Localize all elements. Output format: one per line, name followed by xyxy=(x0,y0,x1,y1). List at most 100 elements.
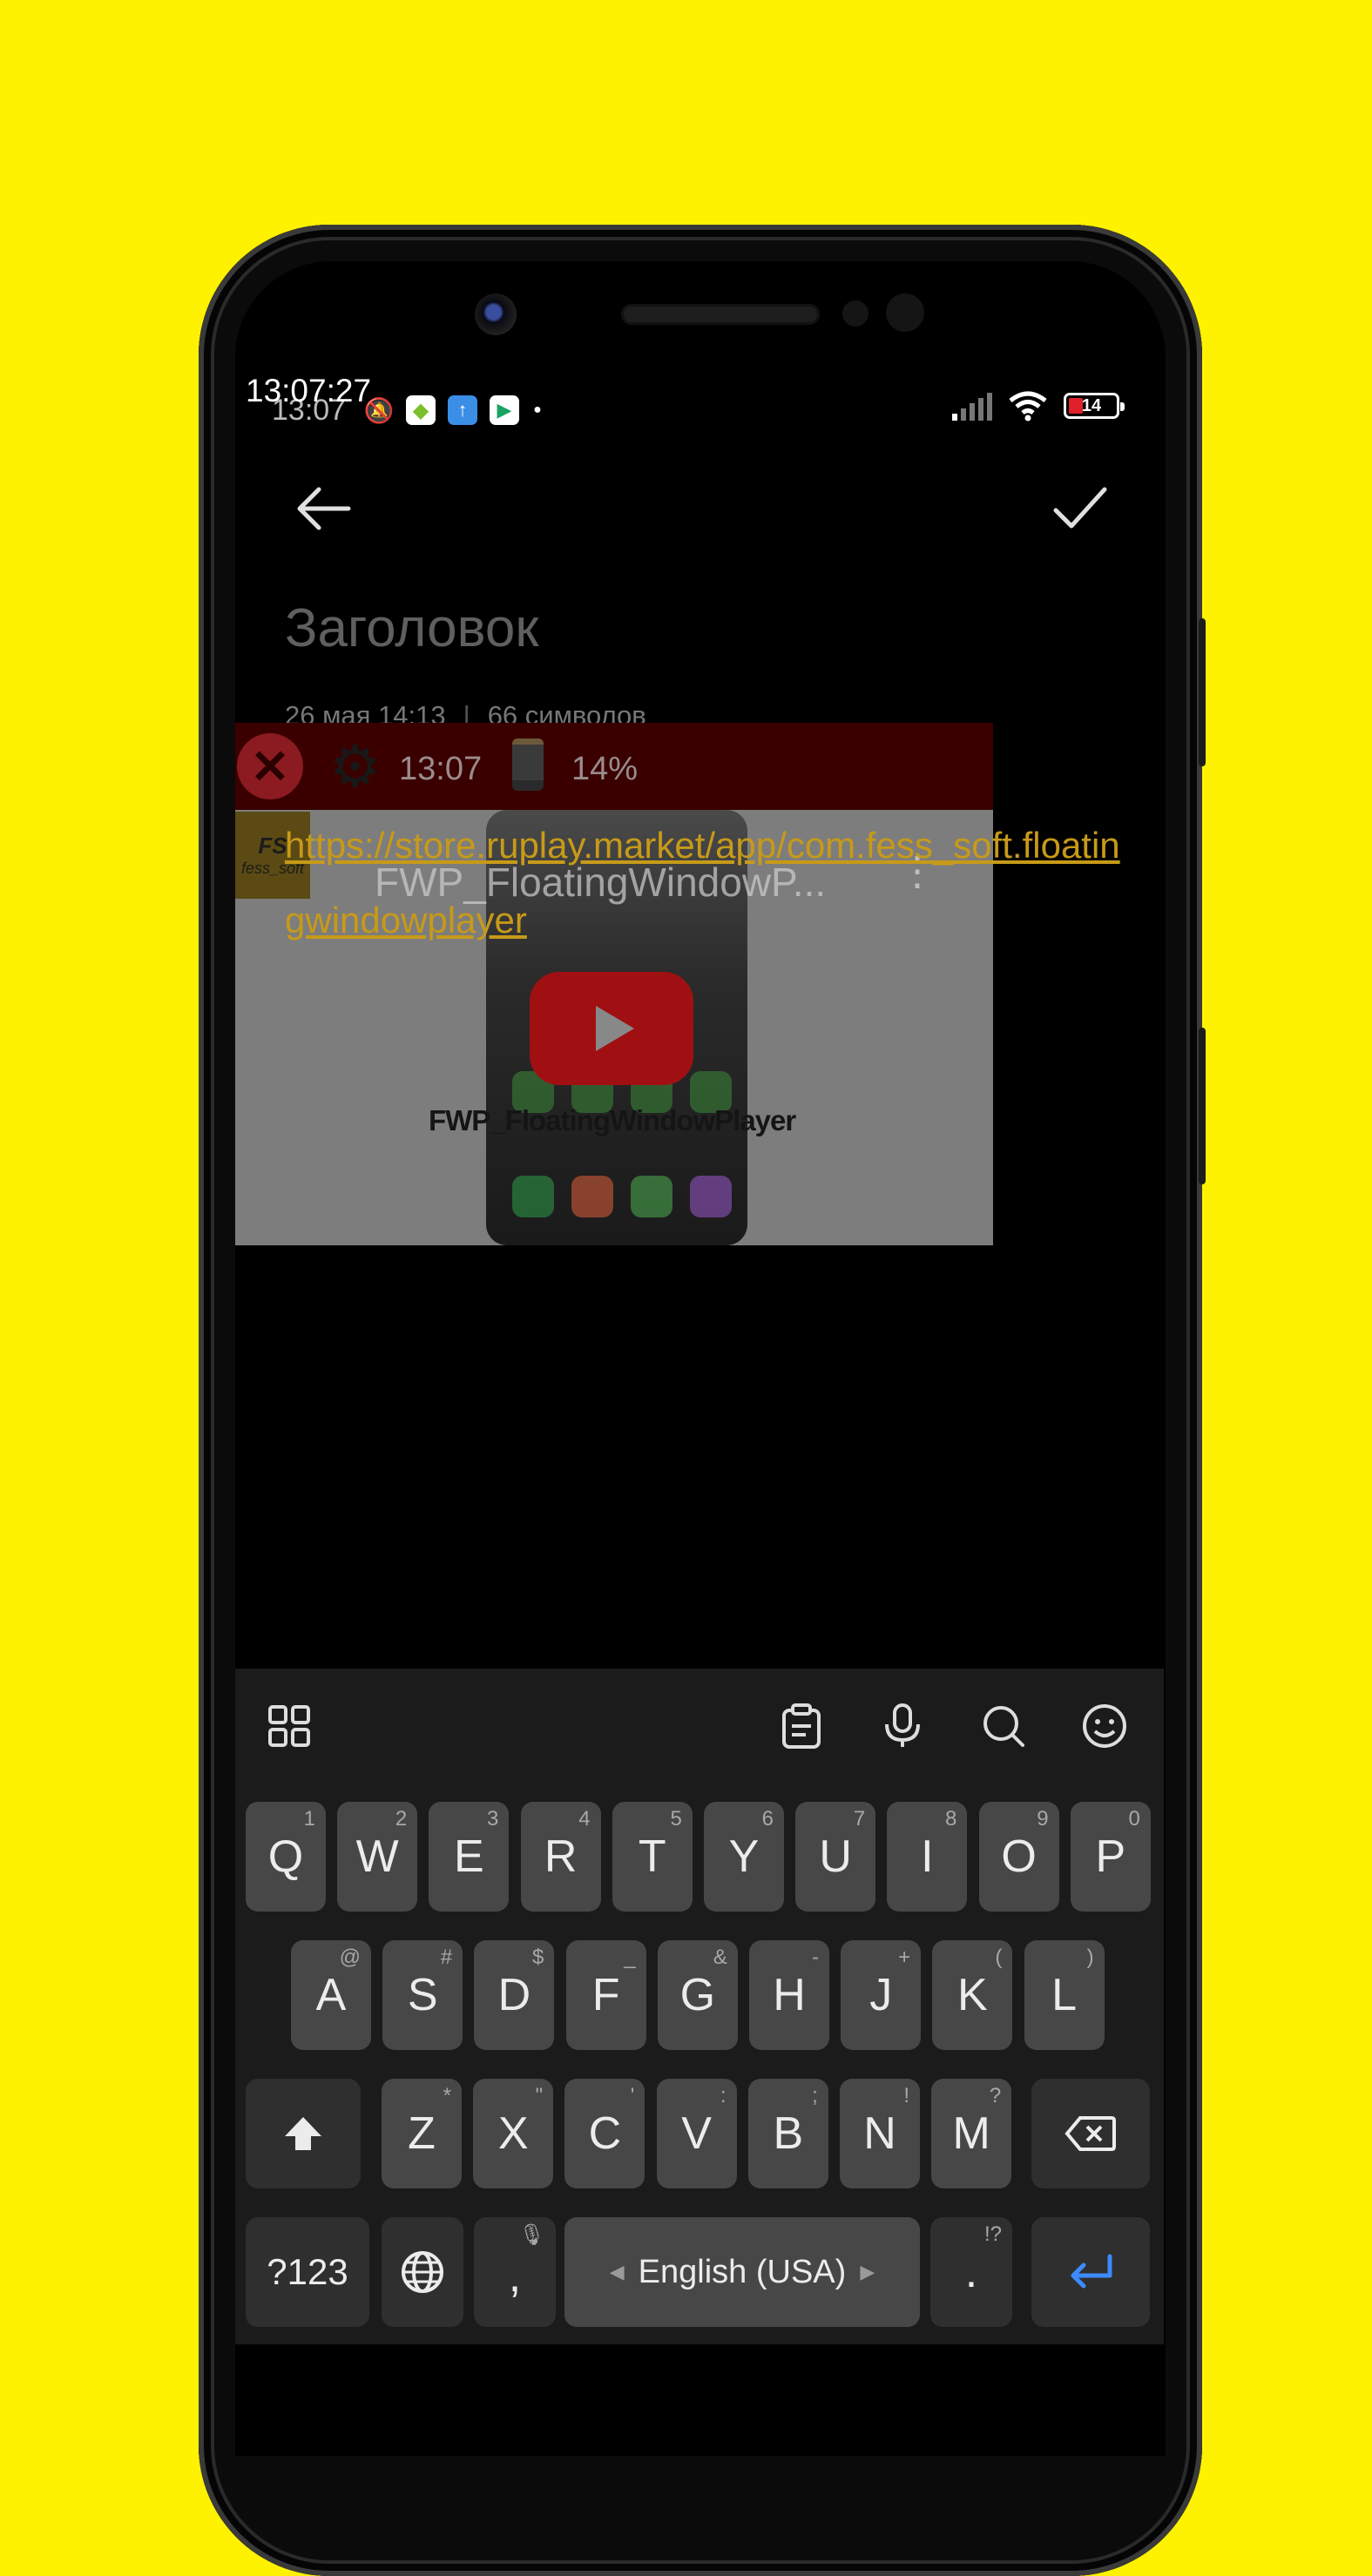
key-label: Y xyxy=(728,1831,760,1882)
key-hint: ; xyxy=(812,2084,818,2107)
key-hint: 8 xyxy=(945,1807,957,1831)
key-hint: 0 xyxy=(1128,1807,1140,1831)
emoji-icon[interactable] xyxy=(1080,1702,1129,1750)
language-key[interactable] xyxy=(382,2217,463,2327)
key-hint: _ xyxy=(624,1945,636,1969)
enter-key[interactable] xyxy=(1031,2217,1150,2327)
key-hint: & xyxy=(713,1945,727,1969)
key-d[interactable]: D $ xyxy=(474,1940,555,2050)
key-j[interactable]: J + xyxy=(841,1940,922,2050)
key-v[interactable]: V: xyxy=(656,2079,737,2188)
key-c[interactable]: C ' xyxy=(564,2079,645,2188)
earpiece-speaker xyxy=(621,304,820,325)
key-n[interactable]: N! xyxy=(840,2079,920,2188)
key-label: G xyxy=(679,1970,716,2020)
key-i[interactable]: I8 xyxy=(887,1802,968,1912)
light-sensor xyxy=(886,293,924,332)
key-f[interactable]: F _ xyxy=(565,1940,646,2050)
key-hint: 4 xyxy=(578,1807,591,1831)
comma-key[interactable]: , 🎙 xyxy=(474,2217,556,2327)
apps-grid-icon[interactable] xyxy=(265,1702,314,1750)
play-button-icon[interactable] xyxy=(530,972,693,1085)
period-key[interactable]: . !? xyxy=(930,2217,1012,2327)
backspace-icon xyxy=(1064,2116,1116,2151)
key-hint: 2 xyxy=(395,1807,408,1831)
key-s[interactable]: S # xyxy=(382,1940,463,2050)
microphone-icon[interactable] xyxy=(878,1702,927,1750)
back-arrow-icon[interactable] xyxy=(287,477,357,540)
key-label: R xyxy=(544,1831,578,1882)
key-u[interactable]: U7 xyxy=(795,1802,876,1912)
search-icon[interactable] xyxy=(979,1702,1028,1750)
key-label: D xyxy=(497,1970,531,2020)
key-k[interactable]: K( xyxy=(932,1940,1013,2050)
key-g[interactable]: G & xyxy=(657,1940,738,2050)
key-w[interactable]: W2 xyxy=(337,1802,418,1912)
symbols-key[interactable]: ?123 xyxy=(246,2217,369,2327)
key-hint: # xyxy=(440,1945,453,1969)
key-y[interactable]: Y6 xyxy=(704,1802,784,1912)
key-hint: @ xyxy=(339,1945,361,1969)
chevron-left-icon: ◀ xyxy=(609,2261,625,2283)
key-t[interactable]: T5 xyxy=(612,1802,693,1912)
key-hint: ( xyxy=(995,1945,1003,1969)
dot-icon: ● xyxy=(533,402,542,417)
key-label: O xyxy=(1001,1831,1037,1882)
key-p[interactable]: P0 xyxy=(1070,1802,1151,1912)
key-hint: 6 xyxy=(761,1807,774,1831)
key-label: H xyxy=(773,1970,806,2020)
app-icon xyxy=(571,1176,613,1217)
app-icon xyxy=(690,1176,732,1217)
mic-hint-icon: 🎙 xyxy=(518,2223,545,2247)
key-q[interactable]: Q1 xyxy=(246,1802,326,1912)
key-a[interactable]: A @ xyxy=(291,1940,371,2050)
key-hint: ' xyxy=(630,2084,635,2107)
key-hint: ! xyxy=(903,2084,909,2107)
key-hint: * xyxy=(443,2084,451,2107)
key-r[interactable]: R4 xyxy=(520,1802,601,1912)
key-label: N xyxy=(863,2108,896,2159)
gear-icon[interactable]: ⚙ xyxy=(329,738,381,795)
key-l[interactable]: L) xyxy=(1024,1940,1105,2050)
play-store-icon: ▶ xyxy=(490,395,519,425)
space-label: English (USA) xyxy=(638,2253,847,2290)
wifi-icon xyxy=(1009,391,1047,421)
key-label: B xyxy=(773,2108,804,2159)
key-x[interactable]: X " xyxy=(473,2079,554,2188)
key-label: P xyxy=(1095,1831,1126,1882)
signal-icon xyxy=(952,393,992,421)
note-body-link[interactable]: https://store.ruplay.market/app/com.fess… xyxy=(285,808,1121,958)
space-key[interactable]: ◀ English (USA) ▶ xyxy=(564,2217,920,2327)
key-label: K xyxy=(957,1970,988,2020)
key-o[interactable]: O9 xyxy=(978,1802,1059,1912)
video-caption: FWP_FloatingWindowPlayer xyxy=(429,1104,796,1136)
enter-arrow-icon xyxy=(1071,2254,1112,2289)
notification-icons: 🔕 ◆ ↑ ▶ ● xyxy=(364,395,544,425)
volume-button xyxy=(1199,618,1206,766)
key-label: T xyxy=(638,1831,666,1882)
save-check-icon[interactable] xyxy=(1045,477,1115,540)
shift-key[interactable] xyxy=(246,2079,361,2188)
key-label: J xyxy=(869,1970,893,2020)
key-b[interactable]: B; xyxy=(747,2079,828,2188)
key-hint: 7 xyxy=(853,1807,866,1831)
floating-window-time: 13:07 xyxy=(399,751,483,787)
key-e[interactable]: E3 xyxy=(429,1802,510,1912)
key-hint: : xyxy=(720,2084,727,2107)
key-m[interactable]: M? xyxy=(931,2079,1012,2188)
key-label: C xyxy=(588,2108,622,2159)
front-camera xyxy=(475,293,517,335)
key-hint: + xyxy=(898,1945,911,1969)
backspace-key[interactable] xyxy=(1031,2079,1150,2188)
note-title-input[interactable]: Заголовок xyxy=(285,597,539,659)
key-label: U xyxy=(819,1831,852,1882)
globe-icon xyxy=(402,2251,443,2293)
clipboard-icon[interactable] xyxy=(777,1702,826,1750)
key-hint: - xyxy=(812,1945,819,1969)
close-icon[interactable]: ✕ xyxy=(237,733,303,799)
key-h[interactable]: H- xyxy=(749,1940,829,2050)
chevron-right-icon: ▶ xyxy=(860,2261,875,2283)
key-z[interactable]: Z * xyxy=(382,2079,462,2188)
key-label: L xyxy=(1051,1970,1078,2020)
key-label: S xyxy=(407,1970,438,2020)
